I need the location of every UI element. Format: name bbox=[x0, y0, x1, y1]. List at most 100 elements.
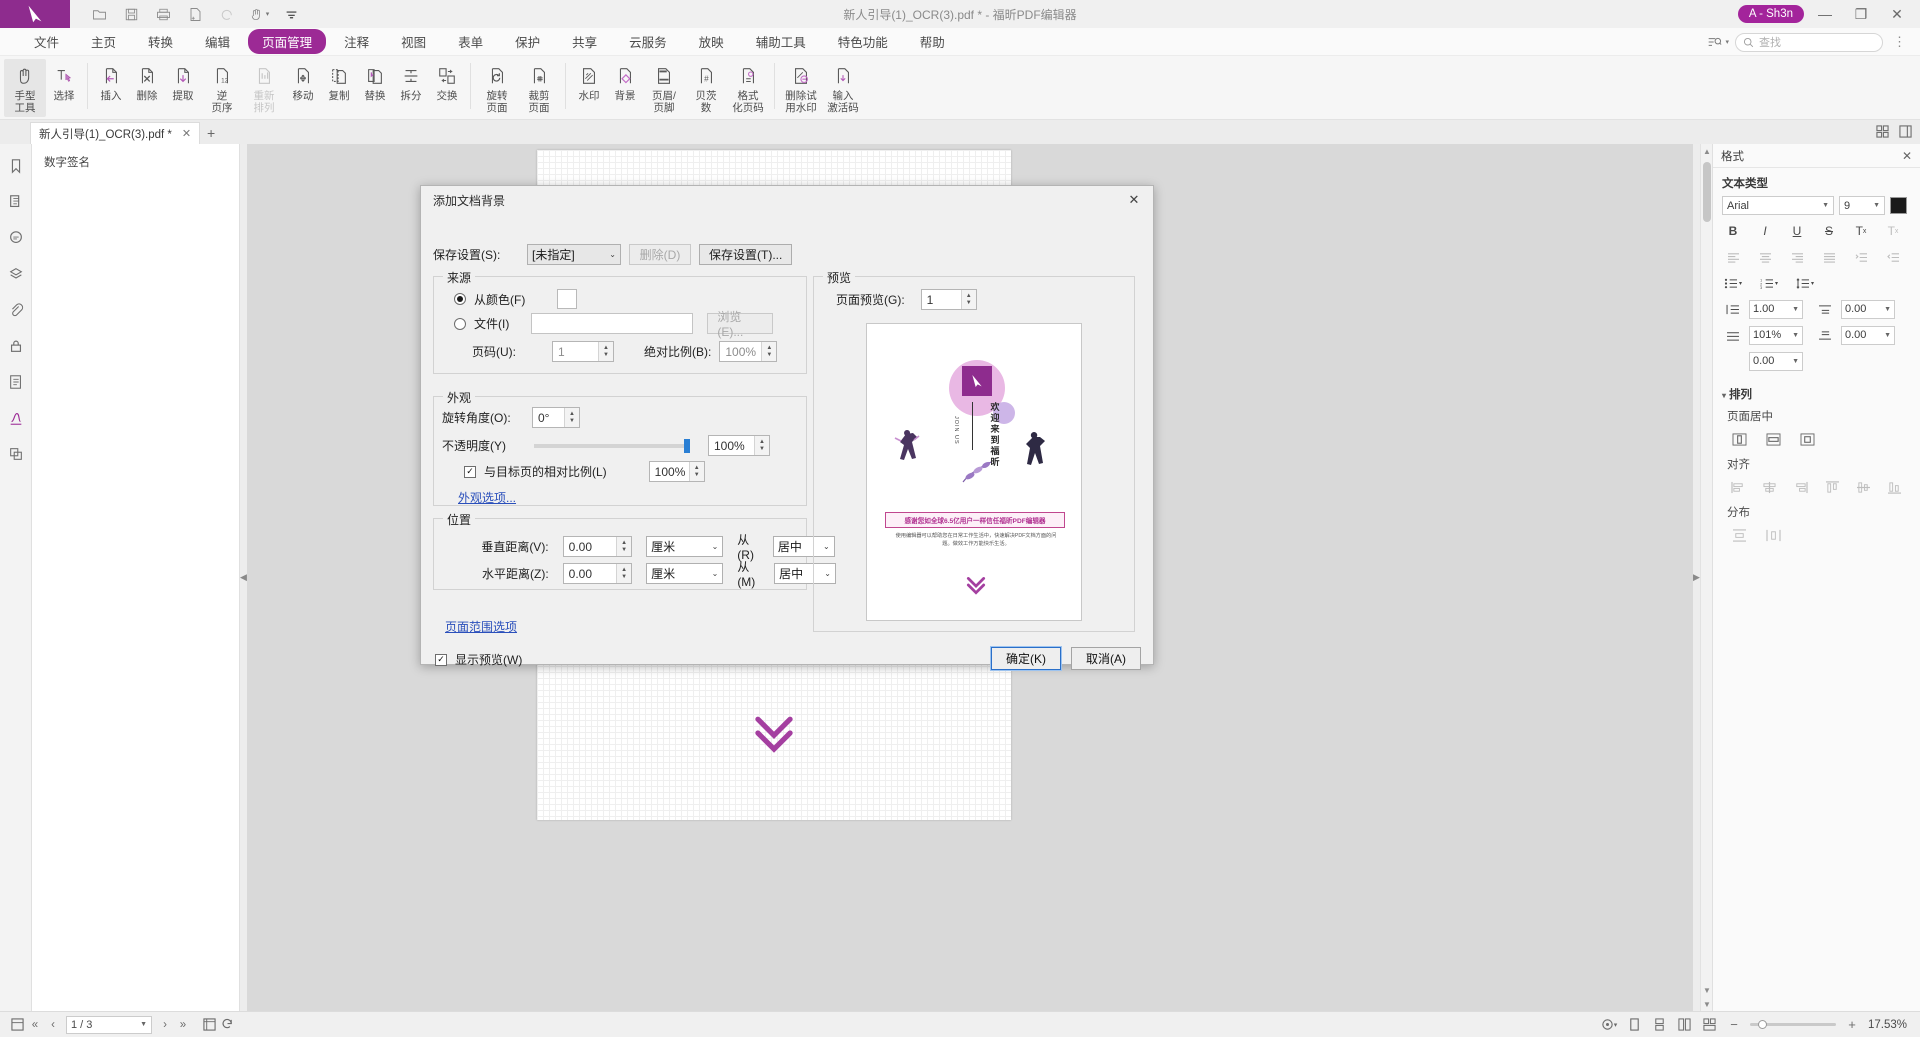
facing-cover-icon[interactable] bbox=[1700, 1016, 1718, 1034]
horizontal-unit-value: 厘米 bbox=[651, 565, 675, 582]
continuous-icon[interactable] bbox=[1650, 1016, 1668, 1034]
preview-join-us-text: JOIN US bbox=[953, 416, 959, 445]
status-bar-right: ▾ − + 17.53% bbox=[1600, 1016, 1912, 1034]
preview-chevron-double-down-icon bbox=[965, 574, 987, 596]
page-number-input[interactable]: 1 ▲▼ bbox=[552, 341, 614, 362]
page-number-spinner[interactable]: ▲▼ bbox=[598, 342, 613, 361]
show-preview-checkbox[interactable]: ✓ bbox=[435, 654, 447, 666]
page-number-label: 页码(U): bbox=[472, 343, 536, 360]
opacity-value: 100% bbox=[714, 439, 745, 453]
horizontal-distance-label: 水平距离(Z): bbox=[468, 565, 549, 582]
vertical-distance-input[interactable]: 0.00 ▲▼ bbox=[563, 536, 632, 557]
relative-scale-spinner[interactable]: ▲▼ bbox=[689, 462, 704, 481]
vertical-unit-select[interactable]: 厘米⌄ bbox=[646, 536, 723, 557]
zoom-level[interactable]: 17.53% bbox=[1868, 1019, 1912, 1031]
vertical-distance-spinner[interactable]: ▲▼ bbox=[616, 537, 631, 556]
save-settings-select[interactable]: [未指定]⌄ bbox=[527, 244, 621, 265]
horizontal-from-value: 居中 bbox=[779, 565, 803, 582]
preview-divider-line bbox=[972, 402, 973, 450]
from-color-radio[interactable] bbox=[454, 293, 466, 305]
relative-scale-input[interactable]: 100% ▲▼ bbox=[649, 461, 705, 482]
save-settings-label: 保存设置(S): bbox=[433, 246, 511, 263]
appearance-group: 外观 旋转角度(O): 0° ▲▼ 不透明度(Y) 100% ▲▼ bbox=[433, 396, 807, 506]
preview-char-3: 来 bbox=[987, 424, 1003, 435]
horizontal-distance-input[interactable]: 0.00 ▲▼ bbox=[563, 563, 632, 584]
opacity-input[interactable]: 100% ▲▼ bbox=[708, 435, 770, 456]
page-preview-input[interactable]: 1 ▲▼ bbox=[921, 289, 977, 310]
vertical-distance-value: 0.00 bbox=[569, 540, 592, 554]
vertical-from-value: 居中 bbox=[778, 538, 802, 555]
zoom-slider-knob[interactable] bbox=[1758, 1020, 1767, 1029]
from-file-radio[interactable] bbox=[454, 318, 466, 330]
relative-scale-value: 100% bbox=[655, 465, 686, 479]
cancel-button[interactable]: 取消(A) bbox=[1071, 647, 1141, 670]
file-path-input[interactable] bbox=[531, 313, 693, 334]
add-background-dialog: 添加文档背景 ✕ 保存设置(S): [未指定]⌄ 删除(D) 保存设置(T)..… bbox=[420, 185, 1154, 665]
absolute-scale-spinner[interactable]: ▲▼ bbox=[761, 342, 776, 361]
facing-icon[interactable] bbox=[1675, 1016, 1693, 1034]
dialog-action-buttons: 确定(K) 取消(A) bbox=[991, 647, 1141, 670]
dialog-body: 保存设置(S): [未指定]⌄ 删除(D) 保存设置(T)... 来源 从颜色(… bbox=[421, 214, 1153, 666]
nav-last-button[interactable]: » bbox=[174, 1016, 192, 1034]
background-color-swatch[interactable] bbox=[557, 289, 577, 309]
page-range-options-link[interactable]: 页面范围选项 bbox=[445, 618, 517, 635]
appearance-options-link[interactable]: 外观选项... bbox=[458, 489, 516, 506]
page-number-box[interactable]: 1 / 3 ▼ bbox=[66, 1016, 152, 1034]
opacity-slider-knob[interactable] bbox=[684, 439, 690, 453]
preview-char-2: 迎 bbox=[987, 413, 1003, 424]
reflow-icon[interactable] bbox=[200, 1016, 218, 1034]
nav-prev-button[interactable]: ‹ bbox=[44, 1016, 62, 1034]
thumbnail-icon[interactable] bbox=[8, 1016, 26, 1034]
rotation-label: 旋转角度(O): bbox=[442, 409, 524, 426]
zoom-out-button[interactable]: − bbox=[1725, 1016, 1743, 1034]
zoom-in-button[interactable]: + bbox=[1843, 1016, 1861, 1034]
delete-setting-button: 删除(D) bbox=[629, 244, 691, 265]
vertical-unit-value: 厘米 bbox=[651, 538, 675, 555]
page-number-value: 1 bbox=[558, 345, 565, 359]
from-file-label: 文件(I) bbox=[474, 315, 509, 332]
rotation-input[interactable]: 0° ▲▼ bbox=[532, 407, 580, 428]
show-preview-label: 显示预览(W) bbox=[455, 651, 522, 668]
preview-char-4: 到 bbox=[987, 435, 1003, 446]
horizontal-from-label: 从(M) bbox=[737, 558, 766, 589]
dialog-title: 添加文档背景 bbox=[433, 192, 505, 209]
opacity-slider[interactable] bbox=[534, 444, 690, 448]
save-setting-button[interactable]: 保存设置(T)... bbox=[699, 244, 792, 265]
ok-button[interactable]: 确定(K) bbox=[991, 647, 1061, 670]
opacity-label: 不透明度(Y) bbox=[442, 437, 524, 454]
zoom-slider[interactable] bbox=[1750, 1023, 1836, 1026]
show-preview-row: ✓ 显示预览(W) bbox=[435, 651, 522, 668]
absolute-scale-value: 100% bbox=[725, 345, 756, 359]
horizontal-distance-spinner[interactable]: ▲▼ bbox=[616, 564, 631, 583]
rotation-value: 0° bbox=[538, 411, 549, 425]
preview-group: 预览 页面预览(G): 1 ▲▼ bbox=[813, 276, 1135, 632]
preview-person-right-icon bbox=[1017, 426, 1051, 472]
save-settings-value: [未指定] bbox=[532, 246, 575, 263]
from-color-label: 从颜色(F) bbox=[474, 291, 525, 308]
horizontal-distance-row: 水平距离(Z): 0.00 ▲▼ 厘米⌄ 从(M) 居中⌄ bbox=[468, 558, 836, 589]
page-number-row: 页码(U): 1 ▲▼ 绝对比例(B): 100% ▲▼ bbox=[472, 341, 777, 362]
relative-scale-row: ✓ 与目标页的相对比例(L) 100% ▲▼ bbox=[464, 461, 705, 482]
relative-scale-checkbox[interactable]: ✓ bbox=[464, 466, 476, 478]
nav-next-button[interactable]: › bbox=[156, 1016, 174, 1034]
horizontal-unit-select[interactable]: 厘米⌄ bbox=[646, 563, 723, 584]
from-color-row: 从颜色(F) bbox=[454, 289, 577, 309]
single-page-icon[interactable] bbox=[1625, 1016, 1643, 1034]
nav-first-button[interactable]: « bbox=[26, 1016, 44, 1034]
rotate-view-icon[interactable] bbox=[218, 1016, 236, 1034]
appearance-group-title: 外观 bbox=[443, 389, 475, 406]
page-preview-spinner[interactable]: ▲▼ bbox=[961, 290, 976, 309]
relative-scale-label: 与目标页的相对比例(L) bbox=[484, 463, 607, 480]
save-settings-row: 保存设置(S): [未指定]⌄ 删除(D) 保存设置(T)... bbox=[433, 244, 792, 265]
absolute-scale-input[interactable]: 100% ▲▼ bbox=[719, 341, 777, 362]
opacity-spinner[interactable]: ▲▼ bbox=[754, 436, 769, 455]
dialog-close-button[interactable]: ✕ bbox=[1121, 189, 1147, 211]
source-group: 来源 从颜色(F) 文件(I) 浏览(E)... 页码(U): 1 ▲▼ bbox=[433, 276, 807, 374]
page-preview-label: 页面预览(G): bbox=[836, 291, 905, 308]
page-preview-row: 页面预览(G): 1 ▲▼ bbox=[836, 289, 977, 310]
position-group: 位置 垂直距离(V): 0.00 ▲▼ 厘米⌄ 从(R) 居中⌄ bbox=[433, 518, 807, 590]
rotation-spinner[interactable]: ▲▼ bbox=[564, 408, 579, 427]
display-settings-icon[interactable]: ▾ bbox=[1600, 1016, 1618, 1034]
preview-group-title: 预览 bbox=[823, 269, 855, 286]
preview-trial-badge: 感谢您如全球6.5亿用户一样信任福昕PDF编辑器 bbox=[885, 512, 1065, 528]
